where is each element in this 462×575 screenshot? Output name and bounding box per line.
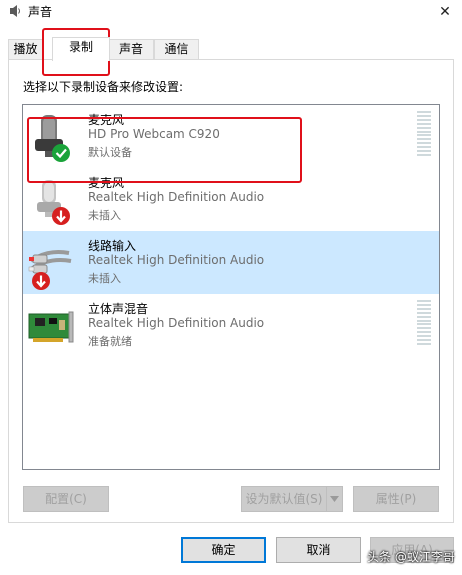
close-button[interactable]: ✕ [428,0,462,24]
chevron-down-icon [330,495,339,502]
device-status: 未插入 [88,209,121,222]
default-check-icon [52,144,70,162]
tab-sounds[interactable]: 声音 [108,39,154,60]
webcam-microphone-icon [35,115,70,162]
speaker-icon [10,5,20,17]
device-item-stereo-mix[interactable]: 立体声混音 Realtek High Definition Audio 准备就绪 [23,294,439,357]
device-description: Realtek High Definition Audio [88,316,265,330]
tab-playback[interactable]: 播放 [8,39,43,60]
level-meter [417,300,431,345]
title-bar: 声音 ✕ [0,0,462,24]
line-in-cable-icon [28,250,72,290]
device-item-line-in[interactable]: 线路输入 Realtek High Definition Audio 未插入 [23,231,439,294]
device-name: 立体声混音 [88,302,149,316]
device-item-realtek-mic[interactable]: 麦克风 Realtek High Definition Audio 未插入 [23,168,439,231]
close-icon: ✕ [439,4,451,20]
level-meter [417,111,431,156]
cancel-button[interactable]: 取消 [276,537,361,563]
set-default-dropdown[interactable] [326,486,343,512]
device-name: 线路输入 [88,239,137,253]
device-description: HD Pro Webcam C920 [88,127,220,141]
device-status: 准备就绪 [88,335,132,348]
ok-button[interactable]: 确定 [181,537,266,563]
microphone-icon [37,180,70,225]
device-description: Realtek High Definition Audio [88,190,265,204]
properties-button[interactable]: 属性(P) [353,486,439,512]
device-name: 麦克风 [88,113,125,127]
tab-communications[interactable]: 通信 [154,39,199,60]
device-description: Realtek High Definition Audio [88,253,265,267]
sound-card-icon [28,311,74,343]
instruction-text: 选择以下录制设备来修改设置: [23,80,184,94]
watermark-text: 头条 @蚁江李哥 [367,550,455,564]
device-list[interactable]: 麦克风 HD Pro Webcam C920 默认设备 麦克风 Realtek … [22,104,440,470]
configure-button[interactable]: 配置(C) [23,486,109,512]
device-status: 未插入 [88,272,121,285]
device-status: 默认设备 [88,146,132,159]
set-default-button[interactable]: 设为默认值(S) [241,486,327,512]
window-title: 声音 [28,5,53,19]
device-item-webcam-mic[interactable]: 麦克风 HD Pro Webcam C920 默认设备 [23,105,439,168]
recording-panel: 选择以下录制设备来修改设置: 麦克风 HD Pro Webcam C920 默认… [8,59,454,523]
tab-recording[interactable]: 录制 [52,37,110,61]
device-name: 麦克风 [88,176,125,190]
